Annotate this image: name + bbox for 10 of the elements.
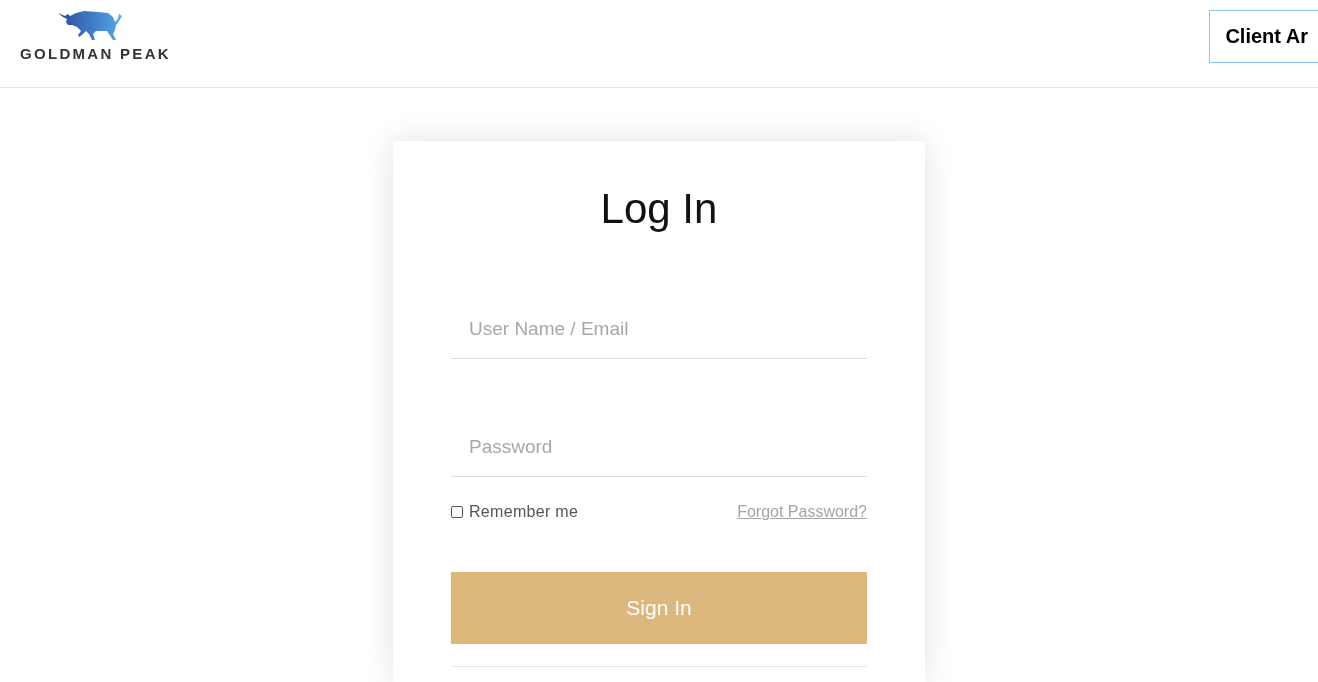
sign-in-button[interactable]: Sign In <box>451 572 867 644</box>
username-field[interactable]: User Name / Email <box>451 299 867 359</box>
forgot-password-link[interactable]: Forgot Password? <box>737 503 867 521</box>
password-field[interactable]: Password <box>451 417 867 477</box>
logo-text: GOLDMAN PEAK <box>20 45 171 62</box>
client-area-button[interactable]: Client Ar <box>1209 10 1318 63</box>
remember-checkbox[interactable] <box>451 506 463 518</box>
bull-icon <box>58 10 123 41</box>
login-title: Log In <box>599 184 719 234</box>
remember-me-label: Remember me <box>469 503 579 521</box>
